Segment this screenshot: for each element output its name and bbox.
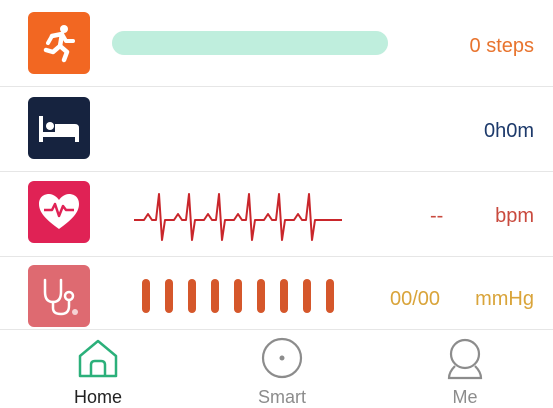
- heart-rate-tile: [28, 181, 90, 243]
- nav-smart-label: Smart: [257, 387, 306, 407]
- blood-pressure-bar: [303, 279, 311, 313]
- sleep-tile: [28, 97, 90, 159]
- blood-pressure-bar: [257, 279, 265, 313]
- steps-value: 0 steps: [469, 35, 534, 57]
- steps-row[interactable]: 0 steps: [0, 0, 553, 86]
- person-icon: [447, 338, 483, 380]
- nav-me-label: Me: [452, 387, 478, 407]
- blood-pressure-bar: [280, 279, 288, 313]
- blood-pressure-unit: mmHg: [475, 288, 534, 310]
- sleep-row[interactable]: 0h0m: [0, 87, 553, 171]
- heart-pulse-icon: [39, 194, 79, 229]
- blood-pressure-bar: [211, 279, 219, 313]
- heart-rate-row[interactable]: -- bpm: [0, 172, 553, 256]
- bed-icon: [39, 116, 79, 142]
- stethoscope-icon: [43, 278, 78, 316]
- steps-progress-bar: [112, 31, 388, 55]
- blood-pressure-value: 00/00: [390, 288, 441, 310]
- blood-pressure-bar: [142, 279, 150, 313]
- blood-pressure-bar: [326, 279, 334, 313]
- smart-circle-icon: [261, 337, 303, 379]
- sleep-value: 0h0m: [483, 120, 534, 142]
- steps-tile: [28, 12, 90, 74]
- home-icon: [78, 339, 118, 378]
- heart-rate-value: --: [430, 205, 444, 227]
- steps-progress-fill: [112, 31, 388, 55]
- blood-pressure-bars: [142, 279, 342, 313]
- blood-pressure-bar: [165, 279, 173, 313]
- blood-pressure-bar: [188, 279, 196, 313]
- blood-pressure-bar: [234, 279, 242, 313]
- nav-home-label: Home: [73, 387, 122, 407]
- running-person-icon: [43, 25, 75, 63]
- blood-pressure-tile: [28, 265, 90, 327]
- heart-rate-waveform: [134, 193, 342, 241]
- blood-pressure-row[interactable]: 00/00 mmHg: [0, 257, 553, 329]
- bottom-nav: Home Smart Me: [0, 330, 553, 408]
- heart-rate-unit: bpm: [495, 205, 534, 227]
